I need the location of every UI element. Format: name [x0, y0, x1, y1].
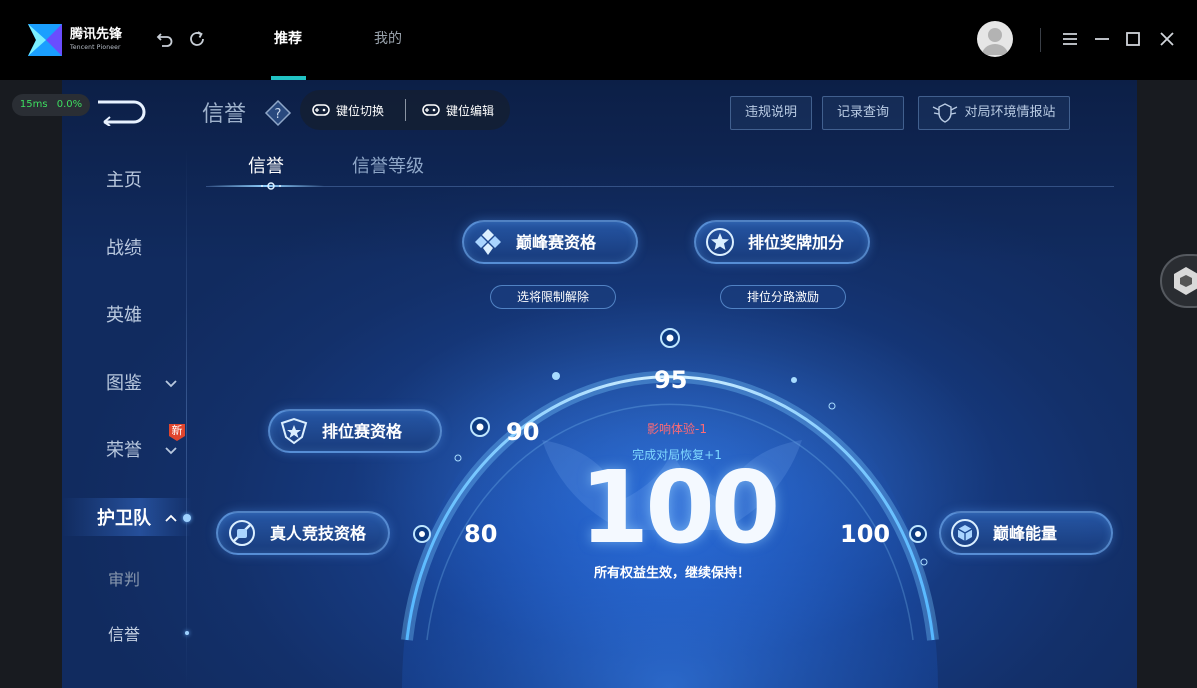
chevron-down-icon — [165, 447, 177, 455]
back-arrow-icon — [98, 100, 146, 127]
ranked-qualification-button[interactable]: 排位赛资格 — [268, 409, 442, 453]
environment-label: 对局环境情报站 — [964, 105, 1056, 120]
sidebar-active-dot — [183, 514, 191, 522]
keybind-bar: 键位切换 键位编辑 — [300, 90, 510, 130]
hexagon-icon — [1174, 267, 1197, 295]
gauge-dot — [920, 558, 928, 566]
environment-button[interactable]: 对局环境情报站 — [918, 96, 1070, 130]
key-edit-label: 键位编辑 — [446, 103, 495, 118]
network-stats: 15ms 0.0% — [12, 94, 90, 116]
user-icon — [982, 28, 1008, 55]
subtab-indicator-dot-icon — [261, 182, 281, 190]
peak-qualification-label: 巅峰赛资格 — [516, 233, 597, 252]
sidebar-item-dot — [185, 631, 189, 635]
rank-sub-label: 排位分路激励 — [720, 285, 846, 309]
brand-subtitle: Tencent Pioneer — [70, 44, 121, 51]
energy-cube-icon — [951, 519, 979, 547]
subtab-credit-level[interactable]: 信誉等级 — [352, 156, 424, 178]
gauge-tick-80: 80 — [464, 520, 498, 548]
rank-medal-button[interactable]: 排位奖牌加分 — [694, 220, 870, 264]
menu-icon[interactable] — [1061, 30, 1079, 48]
gauge-node-95 — [660, 328, 680, 348]
gauge-tick-100: 100 — [840, 520, 891, 548]
gamepad-icon — [312, 104, 330, 116]
peak-qualification-button[interactable]: 巅峰赛资格 — [462, 220, 638, 264]
credit-status-text: 所有权益生效，继续保持！ — [593, 566, 750, 581]
peak-sub-label: 选将限制解除 — [490, 285, 616, 309]
app-logo-icon — [28, 24, 62, 56]
gauge-node-80 — [413, 525, 431, 543]
subtab-credit[interactable]: 信誉 — [248, 156, 284, 178]
shield-wings-icon — [933, 103, 958, 123]
gauge-dot — [791, 377, 797, 383]
no-bot-icon — [229, 520, 255, 546]
effect-negative-text: 影响体验-1 — [647, 422, 707, 436]
gauge-dot — [552, 372, 560, 380]
top-bar: 腾讯先锋 Tencent Pioneer 推荐 我的 — [0, 0, 1197, 80]
peak-energy-button[interactable]: 巅峰能量 — [939, 511, 1113, 555]
close-icon[interactable] — [1158, 30, 1176, 48]
tab-mine[interactable]: 我的 — [374, 30, 402, 48]
credit-gauge — [401, 328, 939, 688]
key-switch-label: 键位切换 — [336, 103, 385, 118]
medal-star-icon — [706, 228, 734, 256]
gauge-node-100 — [909, 525, 927, 543]
right-margin — [1137, 80, 1197, 688]
back-button[interactable] — [94, 98, 148, 127]
gauge-dot — [828, 402, 836, 410]
undo-icon[interactable] — [154, 28, 176, 50]
key-edit-button[interactable]: 键位编辑 — [422, 101, 494, 119]
maximize-icon[interactable] — [1124, 30, 1142, 48]
sidebar-item-judge[interactable]: 审判 — [62, 569, 186, 591]
toolbar-divider — [1040, 28, 1041, 52]
sidebar-item-record[interactable]: 战绩 — [62, 238, 186, 260]
chevron-up-icon — [165, 514, 177, 522]
key-switch-button[interactable]: 键位切换 — [312, 101, 384, 119]
latency-value: 15ms — [19, 99, 48, 110]
chevron-down-icon — [165, 380, 177, 388]
new-badge: 新 — [166, 422, 188, 442]
subtab-divider — [206, 186, 1114, 187]
credit-score: 100 — [579, 449, 781, 566]
loss-value: 0.0% — [56, 99, 83, 110]
help-icon[interactable]: ? — [264, 99, 292, 127]
peak-crest-icon — [475, 229, 501, 255]
sidebar-item-heroes[interactable]: 英雄 — [62, 305, 186, 327]
game-panel: 信誉 ? 键位切换 键位编辑 违规说明 记录查询 对局环境情报站 主页 战绩 英… — [62, 80, 1137, 688]
minimize-icon[interactable] — [1093, 30, 1111, 48]
real-competition-button[interactable]: 真人竞技资格 — [216, 511, 390, 555]
ranked-shield-icon — [280, 417, 308, 445]
tab-recommend[interactable]: 推荐 — [274, 30, 302, 48]
svg-text:?: ? — [275, 107, 282, 122]
new-badge-label: 新 — [171, 424, 183, 437]
gauge-tick-90: 90 — [506, 418, 540, 446]
sidebar-item-home[interactable]: 主页 — [62, 170, 186, 192]
ranked-qualification-label: 排位赛资格 — [322, 422, 403, 441]
left-margin — [0, 80, 62, 688]
violation-button[interactable]: 违规说明 — [730, 96, 812, 130]
sidebar-divider — [186, 146, 187, 688]
gauge-node-90 — [470, 417, 490, 437]
sidebar-item-credit[interactable]: 信誉 — [62, 624, 186, 646]
gauge-tick-95: 95 — [654, 366, 688, 394]
gamepad-icon — [422, 104, 440, 116]
app-window: 腾讯先锋 Tencent Pioneer 推荐 我的 信誉 ? 键位切换 键位编… — [0, 0, 1197, 688]
gauge-dot — [454, 454, 462, 462]
peak-energy-label: 巅峰能量 — [993, 524, 1058, 543]
keybar-divider — [405, 99, 406, 121]
page-title: 信誉 — [202, 102, 247, 127]
real-competition-label: 真人竞技资格 — [270, 524, 367, 543]
avatar[interactable] — [977, 21, 1013, 57]
brand-name: 腾讯先锋 — [70, 27, 123, 42]
records-button[interactable]: 记录查询 — [822, 96, 904, 130]
rank-medal-label: 排位奖牌加分 — [748, 233, 845, 252]
refresh-icon[interactable] — [186, 28, 208, 50]
